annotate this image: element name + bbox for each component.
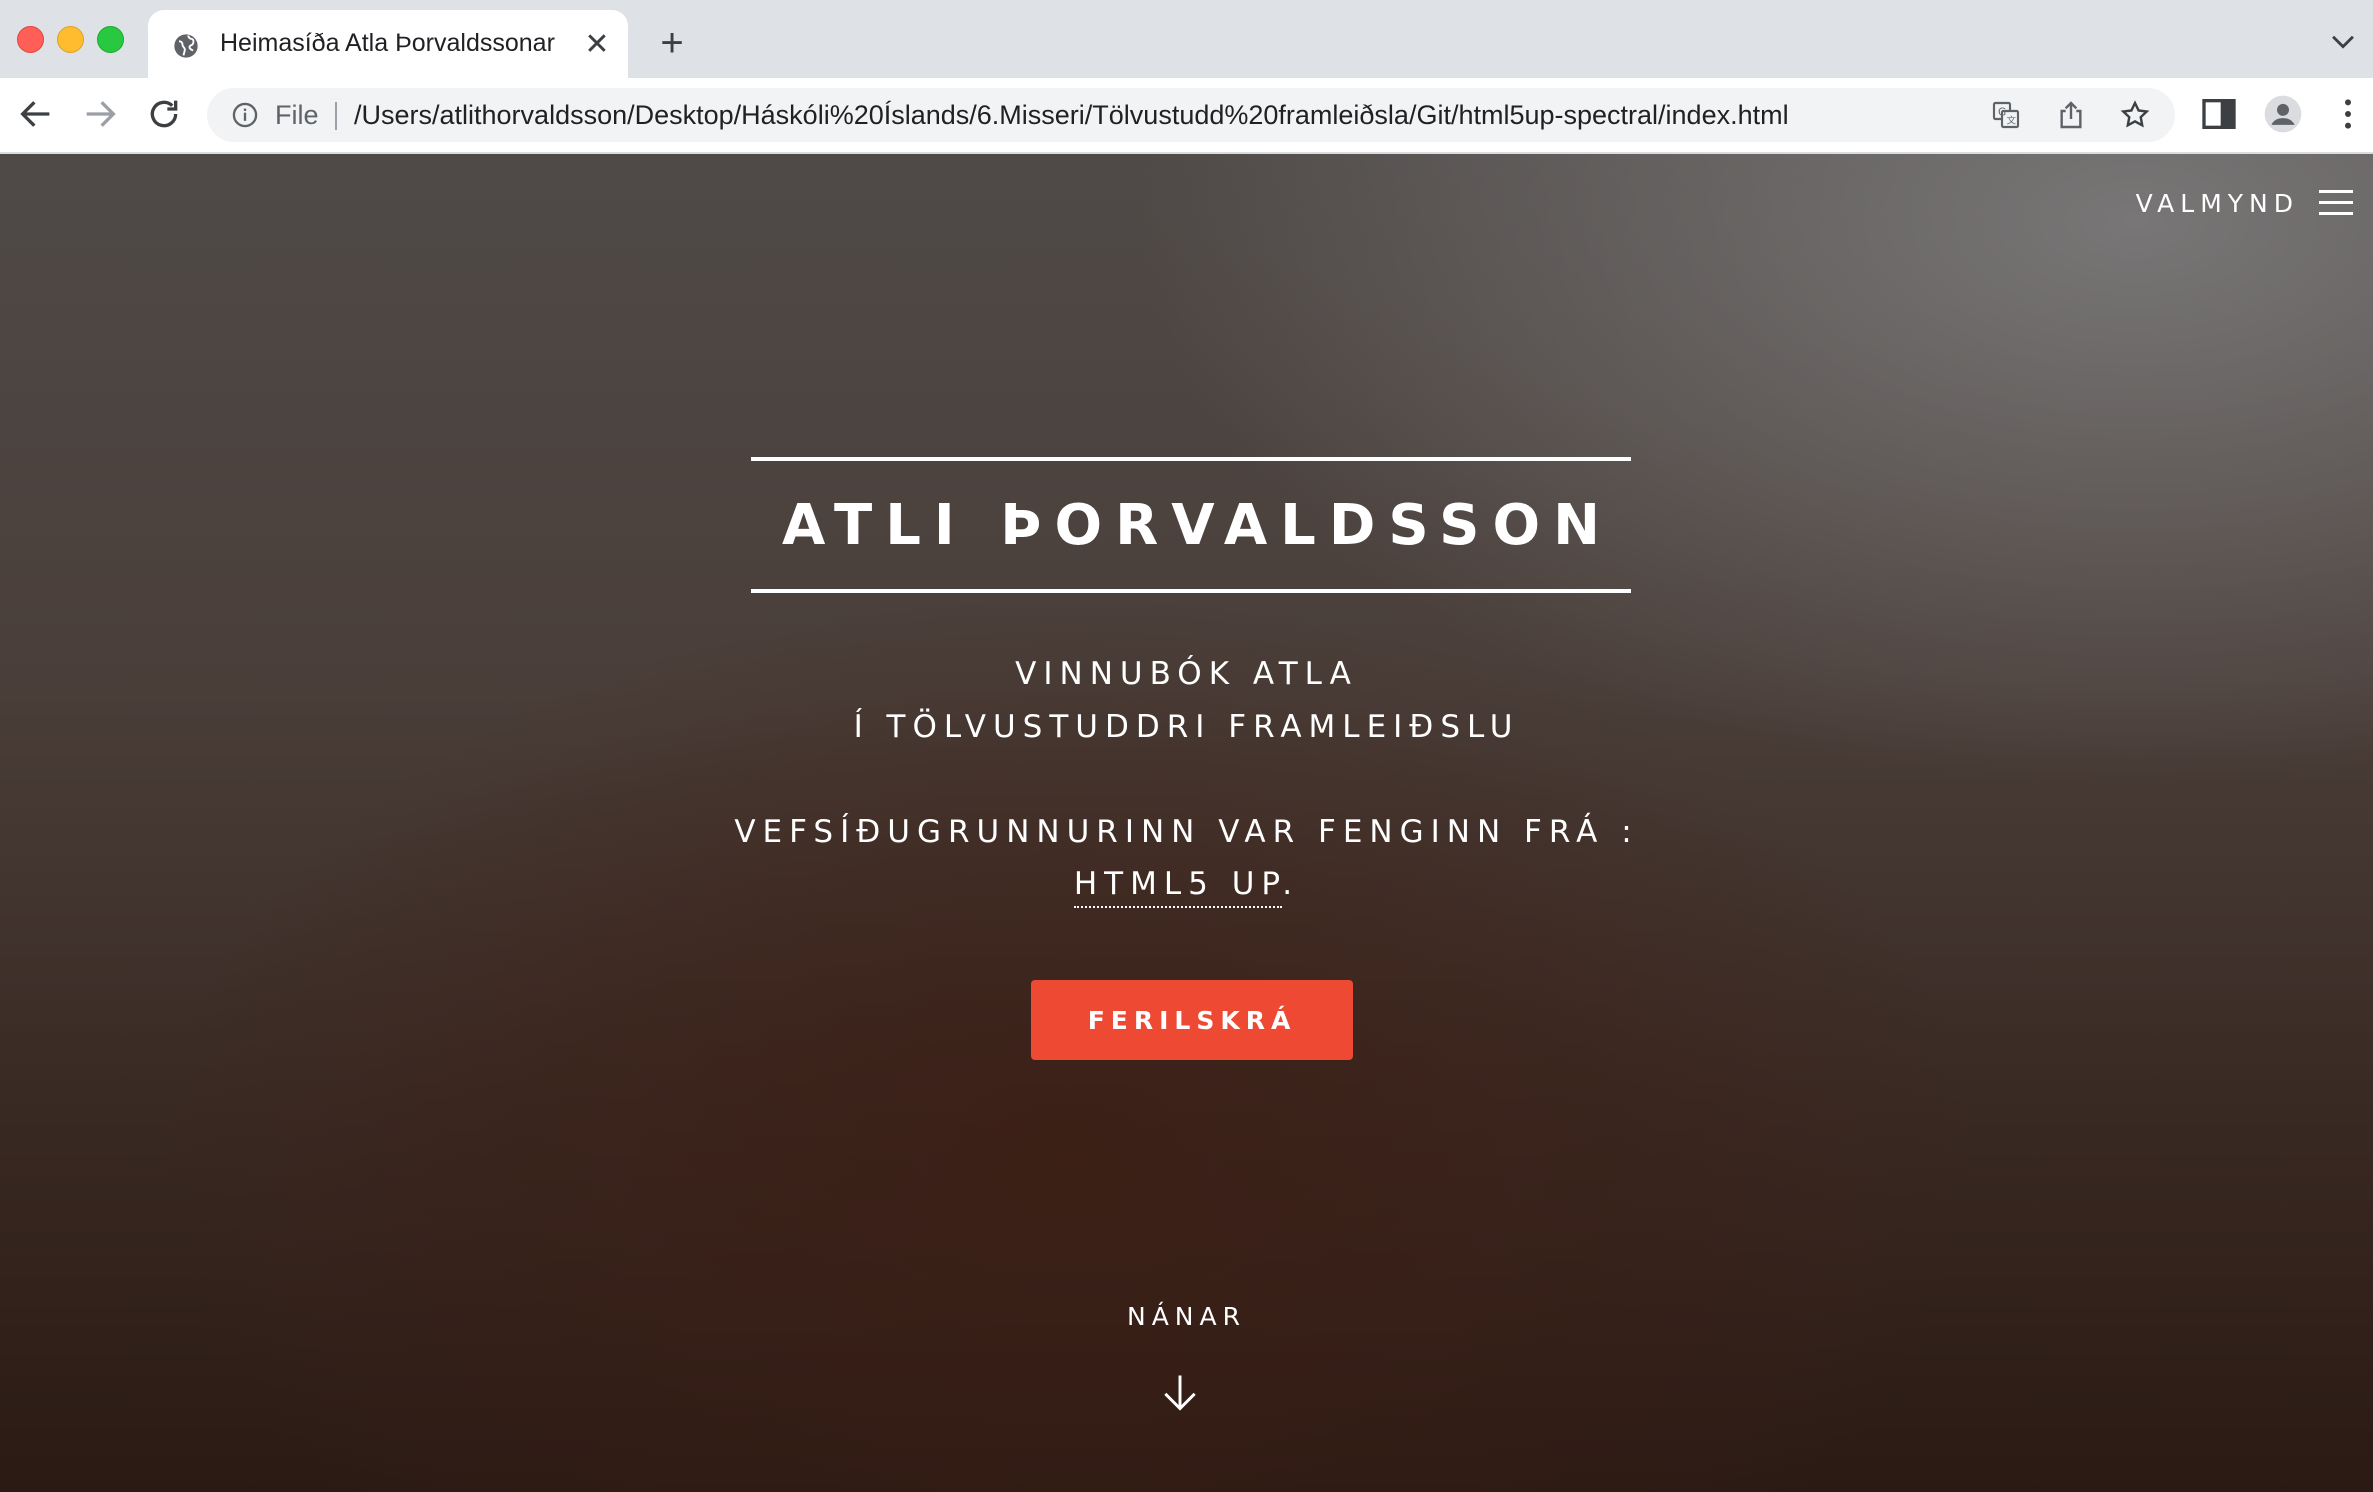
address-bar[interactable]: File /Users/atlithorvaldsson/Desktop/Hás… (207, 88, 2175, 142)
new-tab-button[interactable]: + (652, 23, 692, 64)
minimize-window-button[interactable] (57, 26, 84, 53)
menu-toggle[interactable]: VALMYND (2136, 185, 2353, 221)
maximize-window-button[interactable] (97, 26, 124, 53)
svg-text:文: 文 (2007, 115, 2016, 127)
more-menu-icon[interactable] (2328, 94, 2368, 134)
tab-search-icon[interactable] (2326, 24, 2360, 58)
close-tab-icon[interactable]: ✕ (580, 28, 614, 62)
subtitle-line-2: Í TÖLVUSTUDDRI FRAMLEIÐSLU (853, 709, 1520, 745)
browser-tab[interactable]: Heimasíða Atla Þorvaldssonar ✕ (148, 10, 628, 78)
info-icon[interactable] (231, 101, 259, 129)
more-link-label[interactable]: NÁNAR (0, 1302, 2373, 1331)
arrow-down-icon[interactable] (1158, 1370, 1202, 1414)
back-icon[interactable] (16, 94, 56, 134)
forward-icon[interactable] (80, 94, 120, 134)
page-banner: VALMYND ATLI ÞORVALDSSON VINNUBÓK ATLA Í… (0, 154, 2373, 1492)
svg-text:G: G (1998, 106, 2006, 119)
side-panel-icon[interactable] (2199, 94, 2239, 134)
translate-icon[interactable]: G 文 (1990, 99, 2022, 131)
page-title-box: ATLI ÞORVALDSSON (751, 457, 1631, 593)
browser-toolbar: File /Users/atlithorvaldsson/Desktop/Hás… (0, 78, 2373, 154)
address-divider (335, 102, 337, 130)
page-title: ATLI ÞORVALDSSON (782, 492, 1613, 558)
hamburger-icon[interactable] (2319, 189, 2353, 217)
credit-text: VEFSÍÐUGRUNNURINN VAR FENGINN FRÁ : (734, 814, 1639, 850)
reload-icon[interactable] (144, 94, 184, 134)
menu-label: VALMYND (2135, 188, 2299, 218)
credit-period: . (1282, 866, 1300, 902)
tab-title: Heimasíða Atla Þorvaldssonar (220, 29, 555, 57)
profile-icon[interactable] (2263, 94, 2303, 134)
address-scheme-label: File (275, 100, 319, 130)
cv-button[interactable]: FERILSKRÁ (1031, 980, 1353, 1060)
credit-link-line: HTML5 UP. (0, 866, 2373, 908)
share-icon[interactable] (2055, 99, 2087, 131)
tab-strip: Heimasíða Atla Þorvaldssonar ✕ + (0, 0, 2373, 78)
globe-icon (174, 34, 198, 58)
bookmark-star-icon[interactable] (2119, 99, 2151, 131)
html5up-link[interactable]: HTML5 UP (1073, 866, 1283, 908)
url-text[interactable]: /Users/atlithorvaldsson/Desktop/Háskóli%… (354, 100, 1789, 131)
subtitle-line-1: VINNUBÓK ATLA (1015, 656, 1358, 692)
close-window-button[interactable] (17, 26, 44, 53)
